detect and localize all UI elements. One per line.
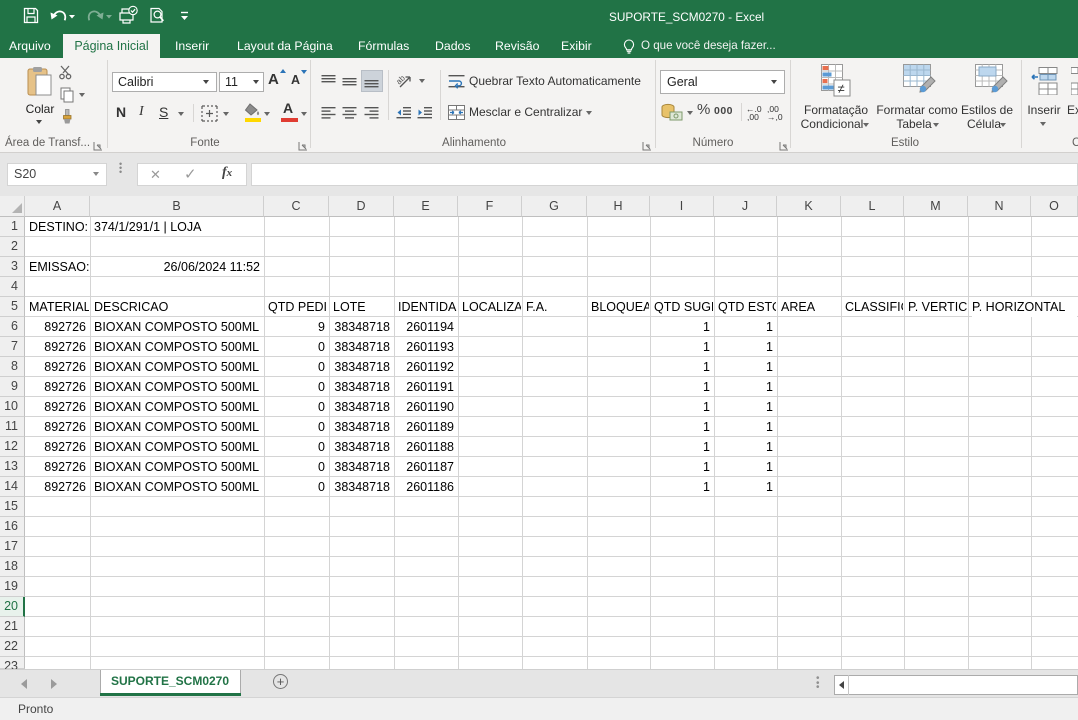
svg-text:ab: ab — [397, 73, 407, 86]
svg-text:≠: ≠ — [838, 81, 845, 96]
svg-text:→,0: →,0 — [767, 112, 783, 121]
svg-text:,00: ,00 — [747, 112, 759, 121]
